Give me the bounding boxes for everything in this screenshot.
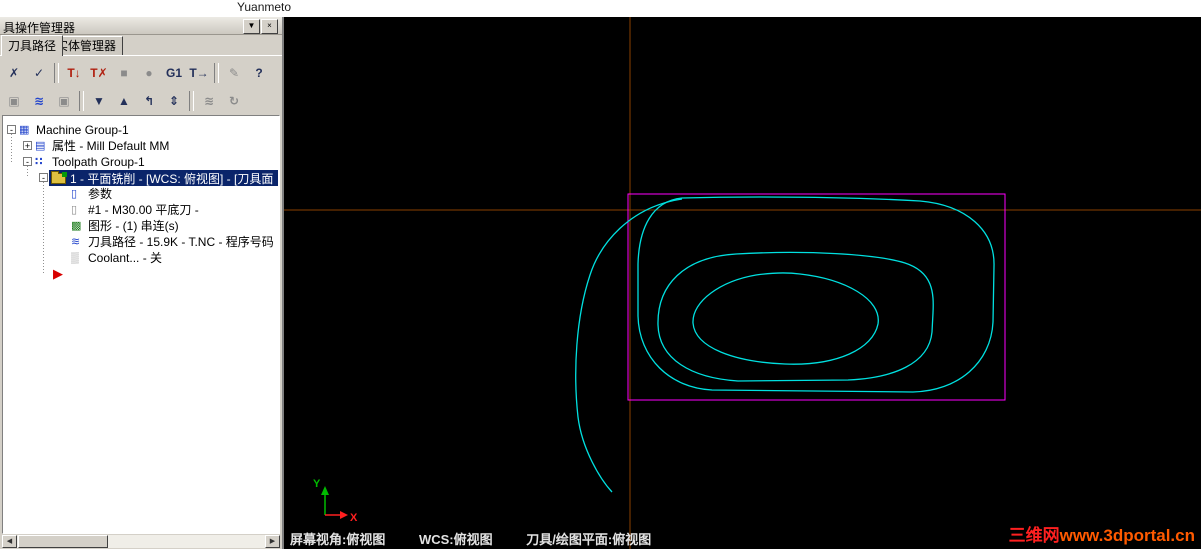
t-x-icon[interactable]: T✗ [87, 62, 111, 85]
tree-item-geometry[interactable]: ▩ 图形 - (1) 串连(s) [3, 218, 279, 234]
tree-item-coolant[interactable]: ▒ Coolant... - 关 [3, 250, 279, 266]
g1-icon[interactable]: G1 [162, 62, 186, 85]
panel-tabs: 刀具路径 实体管理器 [0, 35, 282, 56]
panel-dropdown-button[interactable]: ▼ [243, 19, 260, 34]
viewport-canvas[interactable]: Y X [284, 17, 1201, 549]
toolpath-lead-in[interactable] [575, 198, 683, 493]
tree-item-label: 刀具路径 - 15.9K - T.NC - 程序号码 [88, 235, 274, 249]
regen-icon[interactable]: ↻ [222, 90, 246, 113]
axis-y-label: Y [313, 478, 321, 490]
toolpath-file-icon: ≋ [71, 236, 81, 248]
toolpath-inner-loop[interactable] [692, 272, 879, 365]
toolpath-waves-icon[interactable]: ≋ [27, 90, 51, 113]
tree-item-label: Machine Group-1 [36, 123, 129, 137]
status-cplane: 刀具/绘图平面:俯视图 [526, 532, 652, 547]
insert-position-row[interactable]: ▶ [3, 266, 279, 282]
tree-item-properties[interactable]: + ▤ 属性 - Mill Default MM [3, 138, 279, 154]
tree-item-operation-1[interactable]: - 1 - 平面铣削 - [WCS: 俯视图] - [刀具面 [3, 170, 279, 186]
viewport-status-bar: 屏幕视角:俯视图 WCS:俯视图 刀具/绘图平面:俯视图 [290, 529, 681, 548]
t-down-icon[interactable]: T↓ [62, 62, 86, 85]
scrollbar-thumb[interactable] [18, 535, 108, 548]
tree-item-parameters[interactable]: ▯ 参数 [3, 186, 279, 202]
toolbar-separator [54, 63, 59, 83]
tree-item-toolpath-group[interactable]: - ∷ Toolpath Group-1 [3, 154, 279, 170]
expander-icon[interactable]: - [7, 125, 16, 135]
scroll-right-button[interactable]: ▶ [265, 535, 280, 548]
t-arrow-icon[interactable]: T→ [187, 62, 211, 85]
tree-item-label: 图形 - (1) 串连(s) [88, 219, 179, 233]
lock-icon[interactable]: ▣ [2, 90, 26, 113]
tree-item-machine-group[interactable]: - ▦ Machine Group-1 [3, 122, 279, 138]
axis-x-arrowhead [340, 511, 348, 519]
properties-icon: ▤ [35, 140, 46, 152]
panel-title: 具操作管理器 [3, 21, 76, 35]
panel-close-button[interactable]: × [261, 19, 278, 34]
move-up-icon[interactable]: ▲ [112, 90, 136, 113]
tree-item-label: Toolpath Group-1 [52, 155, 145, 169]
panel-horizontal-scrollbar[interactable]: ◀ ▶ [2, 535, 280, 548]
toolbar-separator [79, 91, 84, 111]
panel-title-bar: 具操作管理器 ▼ × [0, 17, 282, 35]
tool-icon: ▯ [71, 204, 78, 216]
select-x-icon[interactable]: ✗ [2, 62, 26, 85]
parameters-icon: ▯ [71, 188, 78, 200]
toolbar-row-1: ✗ ✓ T↓ T✗ ■ ● G1 T→ ✎ ? [2, 59, 280, 87]
scroll-left-button[interactable]: ◀ [2, 535, 17, 548]
top-strip: Yuanmeto [0, 0, 1201, 17]
coolant-icon: ▒ [71, 252, 79, 264]
axis-y-arrowhead [321, 486, 329, 495]
tree-item-label: 属性 - Mill Default MM [52, 139, 170, 153]
tab-toolpaths[interactable]: 刀具路径 [1, 35, 64, 56]
graphics-viewport[interactable]: Y X 屏幕视角:俯视图 WCS:俯视图 刀具/绘图平面:俯视图 三维网www.… [284, 17, 1201, 549]
toolpath-group-icon: ∷ [35, 156, 43, 168]
folder-icon [51, 170, 67, 184]
tree-item-label: #1 - M30.00 平底刀 - [88, 203, 199, 217]
insert-arrow-icon: ▶ [53, 266, 63, 281]
clipboard-icon[interactable]: ▣ [52, 90, 76, 113]
pencil-icon[interactable]: ✎ [222, 62, 246, 85]
ghost-waves-icon[interactable]: ≋ [197, 90, 221, 113]
application-window: Yuanmeto 具操作管理器 ▼ × 刀具路径 实体管理器 ✗ ✓ T↓ T✗… [0, 0, 1201, 549]
tree-item-label: Coolant... - 关 [88, 251, 163, 265]
selected-operation-row[interactable]: 1 - 平面铣削 - [WCS: 俯视图] - [刀具面 [49, 170, 278, 186]
move-down-icon[interactable]: ▼ [87, 90, 111, 113]
scroll-updown-icon[interactable]: ⇕ [162, 90, 186, 113]
expander-icon[interactable]: - [39, 173, 48, 183]
circle-icon[interactable]: ● [137, 62, 161, 85]
toolbar-separator [214, 63, 219, 83]
expander-icon[interactable]: + [23, 141, 32, 151]
boundary-rect[interactable] [627, 193, 1006, 401]
tree-item-tool[interactable]: ▯ #1 - M30.00 平底刀 - [3, 202, 279, 218]
tree-item-label: 1 - 平面铣削 - [WCS: 俯视图] - [刀具面 [70, 171, 274, 186]
tree-item-label: 参数 [88, 187, 113, 201]
help-icon[interactable]: ? [247, 62, 271, 85]
select-check-icon[interactable]: ✓ [27, 62, 51, 85]
operations-manager-panel: 具操作管理器 ▼ × 刀具路径 实体管理器 ✗ ✓ T↓ T✗ ■ ● G1 T… [0, 17, 284, 549]
square-icon[interactable]: ■ [112, 62, 136, 85]
toolbar-separator [189, 91, 194, 111]
operations-tree: - ▦ Machine Group-1 + ▤ 属性 - Mill Defaul… [2, 115, 280, 534]
status-screen-view: 屏幕视角:俯视图 [290, 532, 386, 547]
tree-item-toolpath-file[interactable]: ≋ 刀具路径 - 15.9K - T.NC - 程序号码 [3, 234, 279, 250]
watermark-site: 三维网 [1008, 526, 1060, 545]
top-strip-text: Yuanmeto [237, 0, 292, 14]
toolbar-row-2: ▣ ≋ ▣ ▼ ▲ ↰ ⇕ ≋ ↻ [2, 88, 280, 114]
status-wcs: WCS:俯视图 [418, 532, 493, 547]
insert-up-icon[interactable]: ↰ [137, 90, 161, 113]
machine-group-icon: ▦ [19, 124, 30, 136]
watermark-url: www.3dportal.cn [1059, 526, 1195, 545]
expander-icon[interactable]: - [23, 157, 32, 167]
toolpath-middle-loop[interactable] [657, 251, 934, 382]
watermark: 三维网www.3dportal.cn [1009, 521, 1195, 546]
axis-x-label: X [350, 512, 358, 524]
geometry-icon: ▩ [71, 220, 82, 232]
